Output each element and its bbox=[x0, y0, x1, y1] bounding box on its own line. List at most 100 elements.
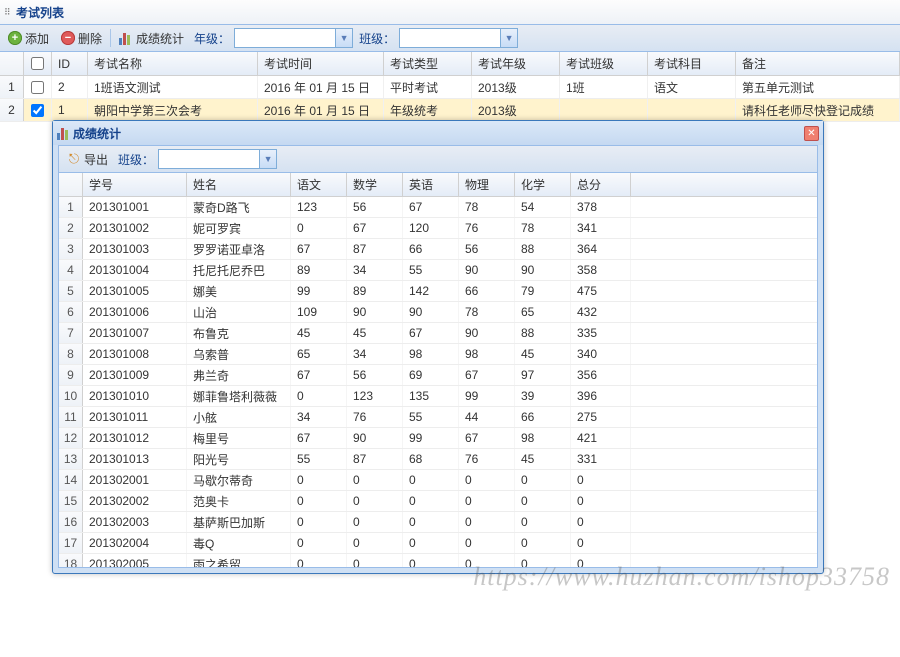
row-checkbox[interactable] bbox=[31, 104, 44, 117]
col-exam-subject[interactable]: 考试科目 bbox=[648, 52, 736, 75]
table-row[interactable]: 14201302001马歇尔蒂奇000000 bbox=[59, 470, 817, 491]
table-row[interactable]: 13201301013阳光号5587687645331 bbox=[59, 449, 817, 470]
dialog-header[interactable]: 成绩统计 ✕ bbox=[53, 121, 823, 145]
col-physics[interactable]: 物理 bbox=[459, 173, 515, 196]
table-row[interactable]: 2201301002妮可罗宾0671207678341 bbox=[59, 218, 817, 239]
cell-total: 0 bbox=[571, 533, 631, 553]
col-exam-time[interactable]: 考试时间 bbox=[258, 52, 384, 75]
cell-chinese: 0 bbox=[291, 533, 347, 553]
close-button[interactable]: ✕ bbox=[804, 126, 819, 141]
table-row[interactable]: 11201301011小舷3476554466275 bbox=[59, 407, 817, 428]
cell-total: 396 bbox=[571, 386, 631, 406]
cell-type: 年级统考 bbox=[384, 99, 472, 121]
cell-sno: 201302001 bbox=[83, 470, 187, 490]
grade-select[interactable]: ▼ bbox=[234, 28, 353, 48]
row-index: 1 bbox=[0, 76, 24, 98]
chevron-down-icon[interactable]: ▼ bbox=[259, 150, 276, 168]
dialog-class-select[interactable]: ▼ bbox=[158, 149, 277, 169]
cell-physics: 67 bbox=[459, 365, 515, 385]
delete-icon: − bbox=[61, 31, 75, 45]
cell-math: 76 bbox=[347, 407, 403, 427]
export-icon: ⎋ bbox=[67, 152, 81, 166]
dialog-class-input[interactable] bbox=[159, 150, 259, 168]
row-checkbox[interactable] bbox=[31, 81, 44, 94]
row-index: 6 bbox=[59, 302, 83, 322]
table-row[interactable]: 8201301008乌索普6534989845340 bbox=[59, 344, 817, 365]
col-id[interactable]: ID bbox=[52, 52, 88, 75]
cell-sno: 201301007 bbox=[83, 323, 187, 343]
cell-physics: 90 bbox=[459, 260, 515, 280]
stats-button[interactable]: 成绩统计 bbox=[115, 28, 188, 49]
chevron-down-icon[interactable]: ▼ bbox=[335, 29, 352, 47]
cell-physics: 0 bbox=[459, 554, 515, 567]
cell-name: 阳光号 bbox=[187, 449, 291, 469]
table-row[interactable]: 4201301004托尼托尼乔巴8934559090358 bbox=[59, 260, 817, 281]
table-row[interactable]: 1201301001蒙奇D路飞12356677854378 bbox=[59, 197, 817, 218]
table-row[interactable]: 121班语文测试2016 年 01 月 15 日平时考试2013级1班语文第五单… bbox=[0, 76, 900, 99]
cell-english: 0 bbox=[403, 554, 459, 567]
col-english[interactable]: 英语 bbox=[403, 173, 459, 196]
grid-header: ID 考试名称 考试时间 考试类型 考试年级 考试班级 考试科目 备注 bbox=[0, 52, 900, 76]
table-row[interactable]: 6201301006山治10990907865432 bbox=[59, 302, 817, 323]
col-chemistry[interactable]: 化学 bbox=[515, 173, 571, 196]
col-sno[interactable]: 学号 bbox=[83, 173, 187, 196]
grid-body: 121班语文测试2016 年 01 月 15 日平时考试2013级1班语文第五单… bbox=[0, 76, 900, 122]
cell-name: 布鲁克 bbox=[187, 323, 291, 343]
cell-note: 请科任老师尽快登记成绩 bbox=[736, 99, 900, 121]
col-exam-name[interactable]: 考试名称 bbox=[88, 52, 258, 75]
cell-chinese: 0 bbox=[291, 470, 347, 490]
grade-input[interactable] bbox=[235, 29, 335, 47]
class-select[interactable]: ▼ bbox=[399, 28, 518, 48]
row-check[interactable] bbox=[24, 76, 52, 98]
cell-math: 56 bbox=[347, 365, 403, 385]
table-row[interactable]: 10201301010娜菲鲁塔利薇薇01231359939396 bbox=[59, 386, 817, 407]
table-row[interactable]: 5201301005娜美99891426679475 bbox=[59, 281, 817, 302]
row-check[interactable] bbox=[24, 99, 52, 121]
cell-chinese: 65 bbox=[291, 344, 347, 364]
cell-chemistry: 0 bbox=[515, 512, 571, 532]
col-total[interactable]: 总分 bbox=[571, 173, 631, 196]
export-button[interactable]: ⎋ 导出 bbox=[63, 149, 112, 170]
table-row[interactable]: 16201302003基萨斯巴加斯000000 bbox=[59, 512, 817, 533]
cell-english: 90 bbox=[403, 302, 459, 322]
table-row[interactable]: 21朝阳中学第三次会考2016 年 01 月 15 日年级统考2013级请科任老… bbox=[0, 99, 900, 122]
col-chinese[interactable]: 语文 bbox=[291, 173, 347, 196]
col-checkbox[interactable] bbox=[24, 52, 52, 75]
cell-chemistry: 45 bbox=[515, 449, 571, 469]
table-row[interactable]: 18201302005雨之希留000000 bbox=[59, 554, 817, 567]
row-index: 10 bbox=[59, 386, 83, 406]
col-exam-class[interactable]: 考试班级 bbox=[560, 52, 648, 75]
cell-time: 2016 年 01 月 15 日 bbox=[258, 99, 384, 121]
row-index: 3 bbox=[59, 239, 83, 259]
class-input[interactable] bbox=[400, 29, 500, 47]
cell-chinese: 99 bbox=[291, 281, 347, 301]
col-student-name[interactable]: 姓名 bbox=[187, 173, 291, 196]
table-row[interactable]: 3201301003罗罗诺亚卓洛6787665688364 bbox=[59, 239, 817, 260]
cell-chinese: 55 bbox=[291, 449, 347, 469]
cell-chemistry: 45 bbox=[515, 344, 571, 364]
stats-label: 成绩统计 bbox=[136, 30, 184, 47]
cell-name: 山治 bbox=[187, 302, 291, 322]
cell-english: 69 bbox=[403, 365, 459, 385]
col-exam-type[interactable]: 考试类型 bbox=[384, 52, 472, 75]
row-index: 13 bbox=[59, 449, 83, 469]
chevron-down-icon[interactable]: ▼ bbox=[500, 29, 517, 47]
cell-chemistry: 97 bbox=[515, 365, 571, 385]
cell-physics: 98 bbox=[459, 344, 515, 364]
cell-chinese: 0 bbox=[291, 554, 347, 567]
panel-header: ⠿ 考试列表 bbox=[0, 0, 900, 25]
table-row[interactable]: 12201301012梅里号6790996798421 bbox=[59, 428, 817, 449]
cell-physics: 76 bbox=[459, 449, 515, 469]
col-note[interactable]: 备注 bbox=[736, 52, 900, 75]
col-exam-grade[interactable]: 考试年级 bbox=[472, 52, 560, 75]
cell-chinese: 67 bbox=[291, 239, 347, 259]
table-row[interactable]: 17201302004毒Q000000 bbox=[59, 533, 817, 554]
table-row[interactable]: 7201301007布鲁克4545679088335 bbox=[59, 323, 817, 344]
add-button[interactable]: + 添加 bbox=[4, 28, 53, 49]
table-row[interactable]: 9201301009弗兰奇6756696797356 bbox=[59, 365, 817, 386]
delete-button[interactable]: − 删除 bbox=[57, 28, 106, 49]
col-math[interactable]: 数学 bbox=[347, 173, 403, 196]
table-row[interactable]: 15201302002范奥卡000000 bbox=[59, 491, 817, 512]
cell-id: 1 bbox=[52, 99, 88, 121]
check-all[interactable] bbox=[31, 57, 44, 70]
